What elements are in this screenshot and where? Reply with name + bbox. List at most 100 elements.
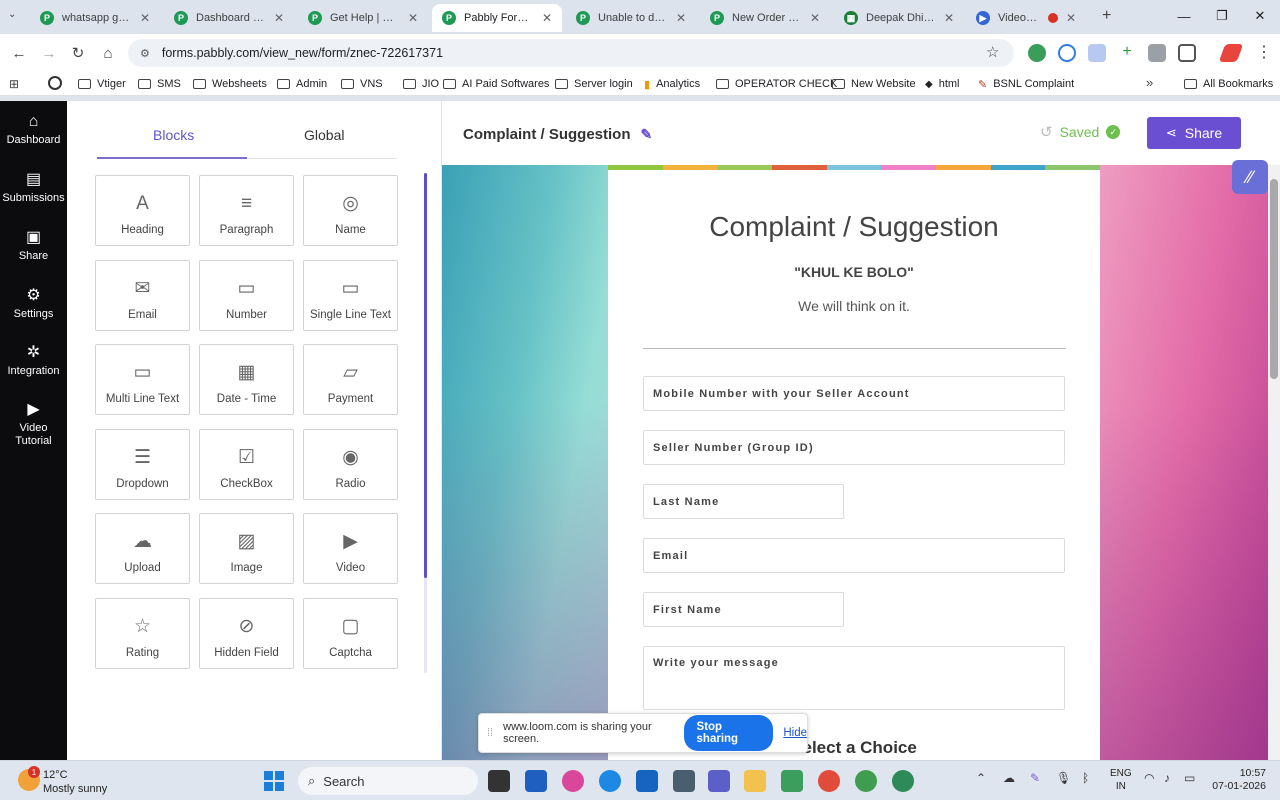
block-captcha[interactable]: ▢ Captcha <box>303 598 398 669</box>
tab-close-icon[interactable]: ✕ <box>1066 11 1076 25</box>
battery-icon[interactable]: ▭ <box>1184 771 1195 785</box>
extension-green-icon[interactable] <box>1028 44 1046 62</box>
bookmark-item[interactable]: ✎ BSNL Complaint <box>978 75 1074 93</box>
tab-close-icon[interactable]: ✕ <box>274 11 284 25</box>
all-bookmarks-button[interactable]: All Bookmarks <box>1184 75 1273 93</box>
block-paragraph[interactable]: ≡ Paragraph <box>199 175 294 246</box>
block-single-line-text[interactable]: ▭ Single Line Text <box>303 259 398 331</box>
extensions-puzzle-icon[interactable] <box>1178 44 1196 62</box>
more-bookmarks-chevron-icon[interactable]: » <box>1146 75 1153 90</box>
bookmark-star-icon[interactable]: ☆ <box>986 43 999 61</box>
onedrive-icon[interactable]: ☁ <box>1003 771 1015 785</box>
bookmark-item[interactable]: ◆ html <box>925 75 959 93</box>
block-email[interactable]: ✉ Email <box>95 259 190 331</box>
plus-extension-icon[interactable]: + <box>1118 44 1136 62</box>
chrome-profile-d-icon[interactable] <box>855 770 877 792</box>
browser-tab[interactable]: ▦ Deepak Dhingra ✕ <box>834 4 964 32</box>
chrome-profile-d2-icon[interactable] <box>892 770 914 792</box>
tab-close-icon[interactable]: ✕ <box>542 11 552 25</box>
hide-link[interactable]: Hide <box>783 727 807 739</box>
volume-icon[interactable]: ♪ <box>1164 771 1170 785</box>
tab-blocks[interactable]: Blocks <box>153 127 194 143</box>
editor-scrollbar[interactable] <box>1268 165 1280 760</box>
form-field[interactable]: Seller Number (Group ID) <box>643 430 1065 465</box>
vscode-icon[interactable] <box>636 770 658 792</box>
task-view-icon[interactable] <box>488 770 510 792</box>
block-rating[interactable]: ☆ Rating <box>95 598 190 669</box>
tab-global[interactable]: Global <box>304 127 344 143</box>
loom-logo-icon[interactable]: ∕∕ <box>1232 160 1268 194</box>
form-field[interactable]: Mobile Number with your Seller Account <box>643 376 1065 411</box>
file-explorer-icon[interactable] <box>744 770 766 792</box>
teams-icon[interactable] <box>708 770 730 792</box>
stop-sharing-button[interactable]: Stop sharing <box>683 715 774 751</box>
bookmark-item[interactable]: AI Paid Softwares <box>443 75 549 93</box>
pen-icon[interactable]: ✎ <box>1030 771 1040 785</box>
bookmark-item[interactable]: Server login <box>555 75 633 93</box>
bookmark-item[interactable]: New Website <box>832 75 916 93</box>
bookmark-item[interactable]: JIO <box>403 75 439 93</box>
form-field[interactable]: Email <box>643 538 1065 573</box>
panel-scrollbar-thumb[interactable] <box>424 173 427 578</box>
nav-settings[interactable]: ⚙ Settings <box>0 287 67 321</box>
chrome-icon[interactable] <box>818 770 840 792</box>
camera-extension-icon[interactable] <box>1148 44 1166 62</box>
weather-widget[interactable]: 12°C Mostly sunny <box>43 768 107 796</box>
block-name[interactable]: ◎ Name <box>303 175 398 246</box>
undo-icon[interactable]: ↺ <box>1040 123 1053 141</box>
home-button[interactable]: ⌂ <box>97 42 119 64</box>
tab-list-chevron-icon[interactable]: ⌄ <box>8 9 16 20</box>
block-number[interactable]: ▭ Number <box>199 259 294 331</box>
chrome-bookmark-icon[interactable] <box>48 76 62 90</box>
restore-button[interactable]: ❐ <box>1208 6 1236 26</box>
nav-submissions[interactable]: ▤ Submissions <box>0 171 67 205</box>
bookmark-item[interactable]: SMS <box>138 75 181 93</box>
bookmark-item[interactable]: Vtiger <box>78 75 126 93</box>
browser-tab[interactable]: P Get Help | Pabbl ✕ <box>298 4 428 32</box>
block-dropdown[interactable]: ☰ Dropdown <box>95 428 190 500</box>
clock[interactable]: 10:57 07-01-2026 <box>1206 767 1266 793</box>
tab-close-icon[interactable]: ✕ <box>408 11 418 25</box>
wifi-icon[interactable]: ◠ <box>1144 771 1154 785</box>
block-upload[interactable]: ☁ Upload <box>95 513 190 585</box>
cloud-extension-icon[interactable] <box>1088 44 1106 62</box>
form-field[interactable]: Last Name <box>643 484 844 519</box>
form-field[interactable]: Write your message <box>643 646 1065 710</box>
editor-scrollbar-thumb[interactable] <box>1270 179 1278 379</box>
back-button[interactable]: ← <box>8 42 30 64</box>
profile-extension-icon[interactable] <box>1218 44 1244 62</box>
windows-start-icon[interactable] <box>264 771 284 791</box>
bookmark-item[interactable]: Websheets <box>193 75 267 93</box>
block-multi-line-text[interactable]: ▭ Multi Line Text <box>95 344 190 416</box>
share-button[interactable]: ⋖ Share <box>1147 117 1241 149</box>
block-checkbox[interactable]: ☑ CheckBox <box>199 428 294 500</box>
form-title[interactable]: Complaint / Suggestion <box>608 211 1100 243</box>
store-icon[interactable] <box>525 770 547 792</box>
block-hidden-field[interactable]: ⊘ Hidden Field <box>199 598 294 669</box>
form-subtitle[interactable]: "KHUL KE BOLO" <box>608 264 1100 280</box>
drag-handle-icon[interactable]: ⁞⁞ <box>487 727 493 739</box>
browser-tab[interactable]: P Unable to delete ✕ <box>566 4 696 32</box>
show-hidden-icons-chevron[interactable]: ⌃ <box>976 771 986 785</box>
browser-tab[interactable]: P Dashboard | Pabb ✕ <box>164 4 294 32</box>
microphone-icon[interactable]: 🎙︎ <box>1056 771 1071 785</box>
bookmark-item[interactable]: ▮ Analytics <box>644 75 700 93</box>
nav-share[interactable]: ▣ Share <box>0 229 67 263</box>
block-heading[interactable]: A Heading <box>95 175 190 246</box>
taskbar-search[interactable]: ⌕ Search <box>298 767 478 795</box>
browser-menu-icon[interactable]: ⋮ <box>1256 42 1272 62</box>
browser-tab[interactable]: ▶ Videos | Libr ✕ <box>966 4 1086 32</box>
block-radio[interactable]: ◉ Radio <box>303 428 398 500</box>
bluetooth-icon[interactable]: ᛒ <box>1082 771 1089 785</box>
browser-tab[interactable]: P Pabbly Form Buil ✕ <box>432 4 562 32</box>
nav-dashboard[interactable]: ⌂ Dashboard <box>0 113 67 147</box>
slack-icon[interactable] <box>781 770 803 792</box>
form-field[interactable]: First Name <box>643 592 844 627</box>
block-payment[interactable]: ▱ Payment <box>303 344 398 416</box>
bookmark-item[interactable]: Admin <box>277 75 327 93</box>
close-window-button[interactable]: ✕ <box>1246 6 1274 26</box>
language-indicator[interactable]: ENG IN <box>1110 767 1132 793</box>
tab-close-icon[interactable]: ✕ <box>944 11 954 25</box>
copilot-icon[interactable] <box>562 770 584 792</box>
browser-tab[interactable]: P New Order | Pab ✕ <box>700 4 830 32</box>
